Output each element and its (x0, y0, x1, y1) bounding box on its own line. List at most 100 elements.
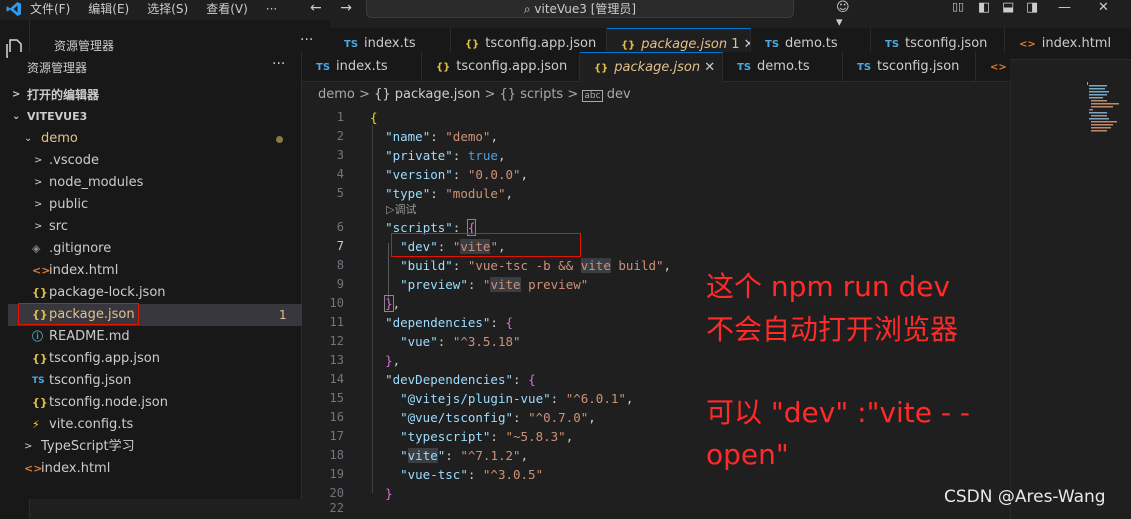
menu-more[interactable]: ··· (266, 2, 277, 16)
toggle-panel-icon[interactable]: ⬓ (1002, 0, 1014, 15)
menu-selection[interactable]: 选择(S) (147, 2, 188, 16)
project-section[interactable]: ⌄ VITEVUE3 (8, 106, 302, 128)
menu-edit[interactable]: 编辑(E) (88, 2, 129, 16)
forward-arrow-icon[interactable]: → (340, 0, 352, 16)
code-line: "vue": "^3.5.18" (400, 334, 521, 349)
chevron-right-icon: > (34, 221, 43, 232)
tab-index-html-partial[interactable]: <>i (976, 52, 1010, 82)
file-tsconfig-app-json[interactable]: {} tsconfig.app.json (8, 348, 302, 370)
open-editors-section[interactable]: > 打开的编辑器 (8, 84, 302, 106)
json-file-icon: {} (32, 396, 48, 409)
file-package-lock-json[interactable]: {} package-lock.json (8, 282, 302, 304)
explorer-more-icon[interactable]: ··· (272, 56, 285, 72)
breadcrumb-separator: > (359, 87, 370, 102)
chevron-right-icon: > (34, 177, 43, 188)
annotation-line-1: 这个 npm run dev (706, 270, 951, 303)
debug-codelens[interactable]: ▷调试 (386, 202, 416, 217)
folder-demo[interactable]: ⌄ demo (8, 128, 302, 150)
line-number: 10 (329, 296, 344, 310)
file-tsconfig-node-json[interactable]: {} tsconfig.node.json (8, 392, 302, 414)
code-line: }, (385, 353, 401, 368)
breadcrumb-scripts[interactable]: {} scripts (500, 87, 564, 102)
tab-label: tsconfig.json (877, 59, 960, 74)
line-number: 4 (336, 167, 344, 181)
line-number: 2 (336, 129, 344, 143)
menu-file[interactable]: 文件(F) (30, 2, 70, 16)
problem-badge: 1 (279, 308, 287, 322)
code-line: "@vue/tsconfig": "^0.7.0", (400, 410, 596, 425)
layout-customize-icon[interactable]: ▯▯ (952, 0, 964, 13)
toggle-secondary-sidebar-icon[interactable]: ◨ (1026, 0, 1038, 15)
tab-label: index.html (1041, 36, 1112, 51)
info-file-icon: ⓘ (32, 330, 43, 343)
modified-dot-icon (276, 136, 283, 143)
folder-src[interactable]: > src (8, 216, 302, 238)
tab-label: package.json (641, 37, 728, 52)
tree-label: .vscode (49, 153, 99, 168)
breadcrumb-dev[interactable]: dev (607, 87, 631, 102)
back-arrow-icon[interactable]: ← (310, 0, 322, 16)
close-tab-icon[interactable]: ✕ (704, 60, 715, 75)
csdn-watermark: CSDN @Ares-Wang (944, 487, 1106, 507)
file-readme[interactable]: ⓘ README.md (8, 326, 302, 348)
line-number: 12 (329, 334, 344, 348)
folder-node-modules[interactable]: > node_modules (8, 172, 302, 194)
code-line: }, (384, 295, 401, 312)
folder-public[interactable]: > public (8, 194, 302, 216)
line-number: 22 (329, 501, 344, 515)
tab-tsconfig-app[interactable]: {} tsconfig.app.json (422, 52, 580, 82)
outer-tab-index-html[interactable]: <> index.html (1005, 28, 1131, 60)
section-label: 打开的编辑器 (27, 88, 100, 102)
folder-vscode[interactable]: > .vscode (8, 150, 302, 172)
tab-label: tsconfig.app.json (456, 59, 568, 74)
menu-view[interactable]: 查看(V) (206, 2, 248, 16)
close-tab-icon[interactable]: ✕ (744, 37, 750, 52)
minimize-icon[interactable]: — (1058, 0, 1071, 15)
tab-index-ts[interactable]: TS index.ts (302, 52, 422, 82)
tab-demo-ts[interactable]: TS demo.ts (723, 52, 843, 82)
breadcrumb-package-json[interactable]: {} package.json (374, 87, 480, 102)
tab-label: tsconfig.app.json (485, 36, 597, 51)
ts-file-icon: TS (857, 62, 872, 73)
folder-typescript[interactable]: > TypeScript学习 (8, 436, 302, 458)
tree-label: public (49, 197, 89, 212)
ts-file-icon: TS (737, 62, 752, 73)
file-root-index-html[interactable]: <> index.html (8, 458, 302, 480)
breadcrumb-demo[interactable]: demo (318, 87, 355, 102)
vite-file-icon: ⚡ (32, 418, 40, 431)
toggle-sidebar-icon[interactable]: ◧ (978, 0, 990, 15)
explorer-header: 资源管理器 ··· (8, 52, 302, 82)
ts-file-icon: TS (32, 376, 45, 386)
copilot-icon[interactable]: ☺▾ (836, 0, 850, 30)
html-file-icon: <> (32, 264, 51, 277)
tab-package-json[interactable]: {} package.json ✕ (580, 52, 723, 82)
line-number: 6 (336, 220, 344, 234)
tab-label: tsconfig.json (905, 36, 988, 51)
json-file-icon: {} (465, 39, 480, 50)
outer-more-icon[interactable]: ··· (300, 32, 313, 48)
string-symbol-icon: abc (582, 90, 603, 102)
minimap[interactable] (1010, 82, 1131, 519)
line-number: 7 (336, 239, 344, 253)
file-index-html[interactable]: <> index.html (8, 260, 302, 282)
chevron-right-icon: > (34, 199, 43, 210)
tree-label: node_modules (49, 175, 144, 190)
html-file-icon: <> (24, 462, 43, 475)
file-gitignore[interactable]: ◈ .gitignore (8, 238, 302, 260)
tab-tsconfig[interactable]: TS tsconfig.json (843, 52, 976, 82)
package-json-highlight-box (18, 303, 139, 325)
ts-file-icon: TS (344, 39, 359, 50)
annotation-line-3: 可以 "dev" :"vite - - (706, 396, 971, 429)
tree-label: tsconfig.node.json (49, 395, 168, 410)
file-tsconfig-json[interactable]: TS tsconfig.json (8, 370, 302, 392)
command-center-search[interactable]: ⌕ viteVue3 [管理员] (366, 0, 794, 18)
code-line: "typescript": "~5.8.3", (400, 429, 574, 444)
code-line: "type": "module", (385, 186, 514, 201)
tree-label: README.md (49, 329, 130, 344)
ts-file-icon: TS (316, 62, 331, 73)
json-file-icon: {} (621, 40, 636, 51)
ts-file-icon: TS (765, 39, 780, 50)
close-window-icon[interactable]: ✕ (1098, 0, 1109, 15)
file-vite-config[interactable]: ⚡ vite.config.ts (8, 414, 302, 436)
tree-label: .gitignore (49, 241, 112, 256)
